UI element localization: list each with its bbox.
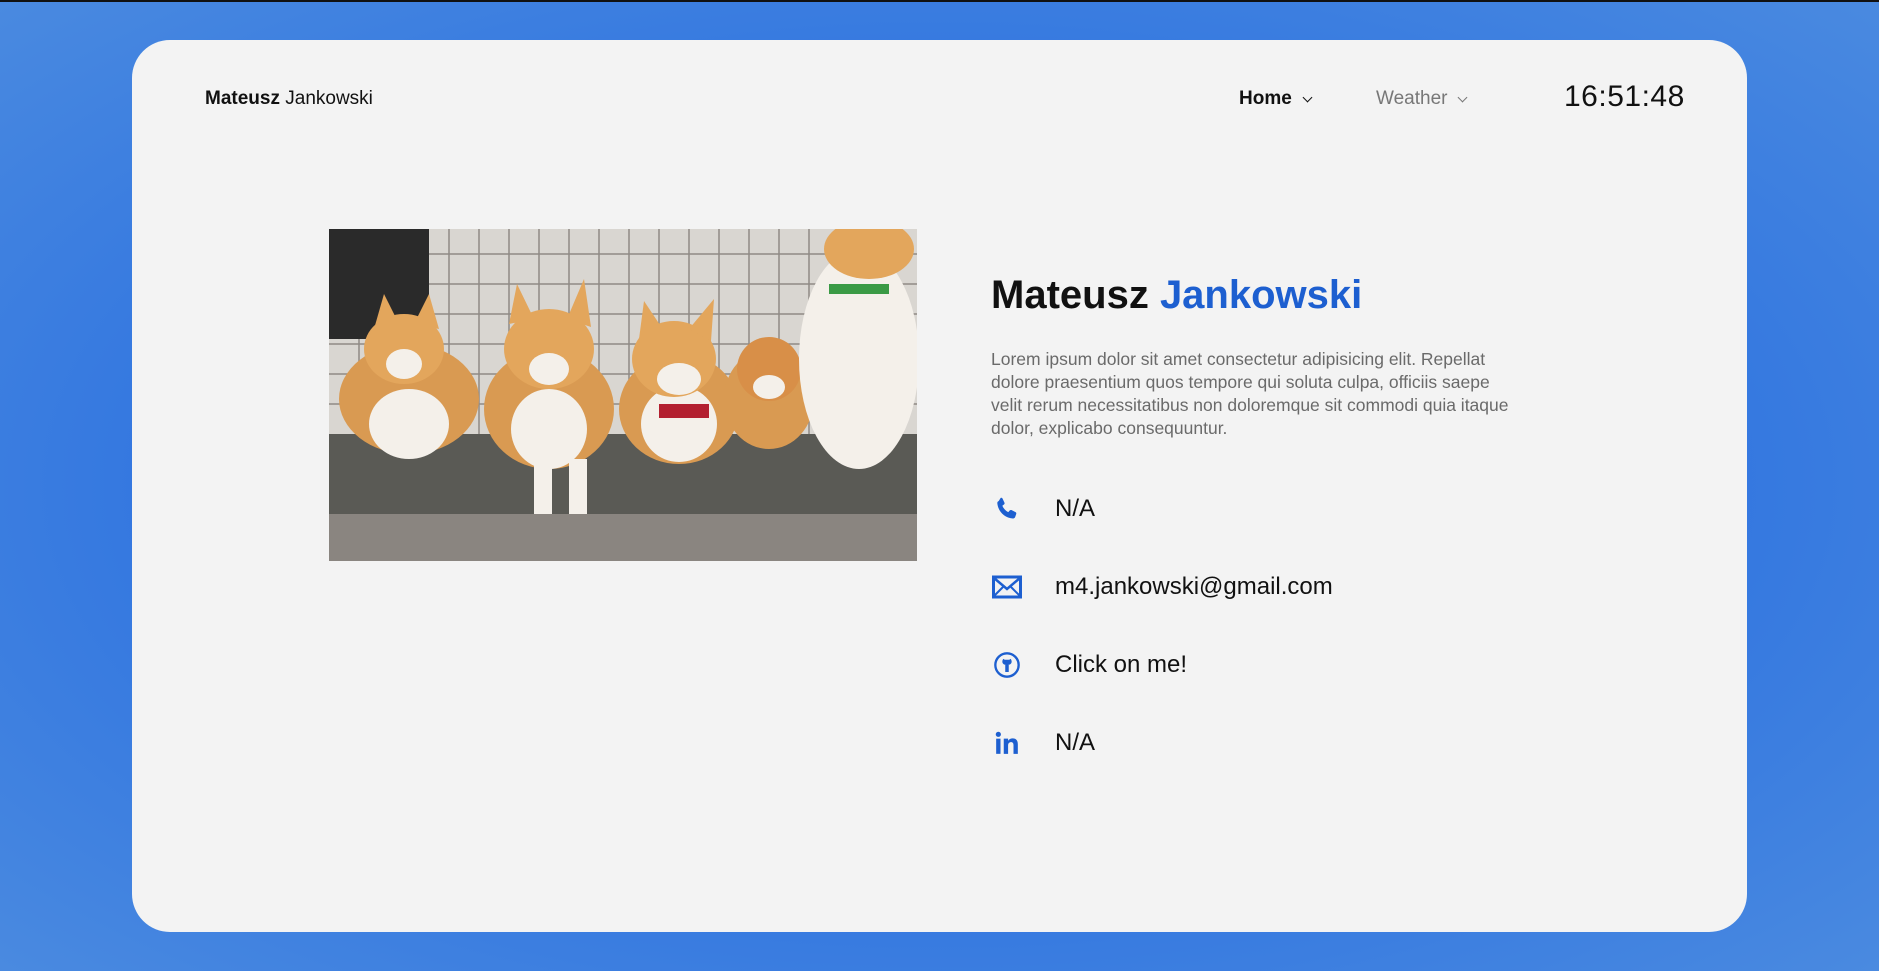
contact-linkedin-value: N/A: [1055, 729, 1096, 756]
profile-photo: [329, 229, 917, 561]
nav-home-label: Home: [1239, 88, 1292, 109]
contact-github[interactable]: Click on me!: [991, 649, 1187, 681]
brand-first-name: Mateusz: [205, 88, 280, 109]
phone-icon: [991, 493, 1023, 525]
nav-home[interactable]: Home: [1239, 88, 1313, 110]
contact-email-link[interactable]: m4.jankowski@gmail.com: [1055, 573, 1333, 601]
linkedin-icon: [991, 727, 1023, 759]
chevron-down-icon: [1458, 92, 1468, 102]
profile-last-name: Jankowski: [1159, 273, 1363, 317]
profile-name: Mateusz Jankowski: [991, 273, 1362, 318]
mail-icon: [991, 571, 1023, 603]
nav-weather-label: Weather: [1376, 88, 1448, 109]
contact-phone-value: N/A: [1055, 495, 1096, 522]
brand-last-name: Jankowski: [285, 88, 373, 109]
brand-logo[interactable]: Mateusz Jankowski: [205, 88, 373, 110]
profile-description: Lorem ipsum dolor sit amet consectetur a…: [991, 349, 1509, 438]
top-border: [0, 0, 1879, 2]
contact-github-link[interactable]: Click on me!: [1055, 651, 1187, 679]
main-card: Mateusz Jankowski Home Weather 16:51:48: [132, 40, 1747, 932]
github-icon: [991, 649, 1023, 681]
contact-phone: N/A: [991, 493, 1095, 525]
contact-linkedin[interactable]: N/A: [991, 727, 1095, 759]
clock: 16:51:48: [1564, 80, 1685, 113]
chevron-down-icon: [1302, 92, 1313, 102]
nav-weather[interactable]: Weather: [1376, 88, 1468, 110]
contact-email[interactable]: m4.jankowski@gmail.com: [991, 571, 1333, 603]
profile-first-name: Mateusz: [991, 273, 1149, 317]
